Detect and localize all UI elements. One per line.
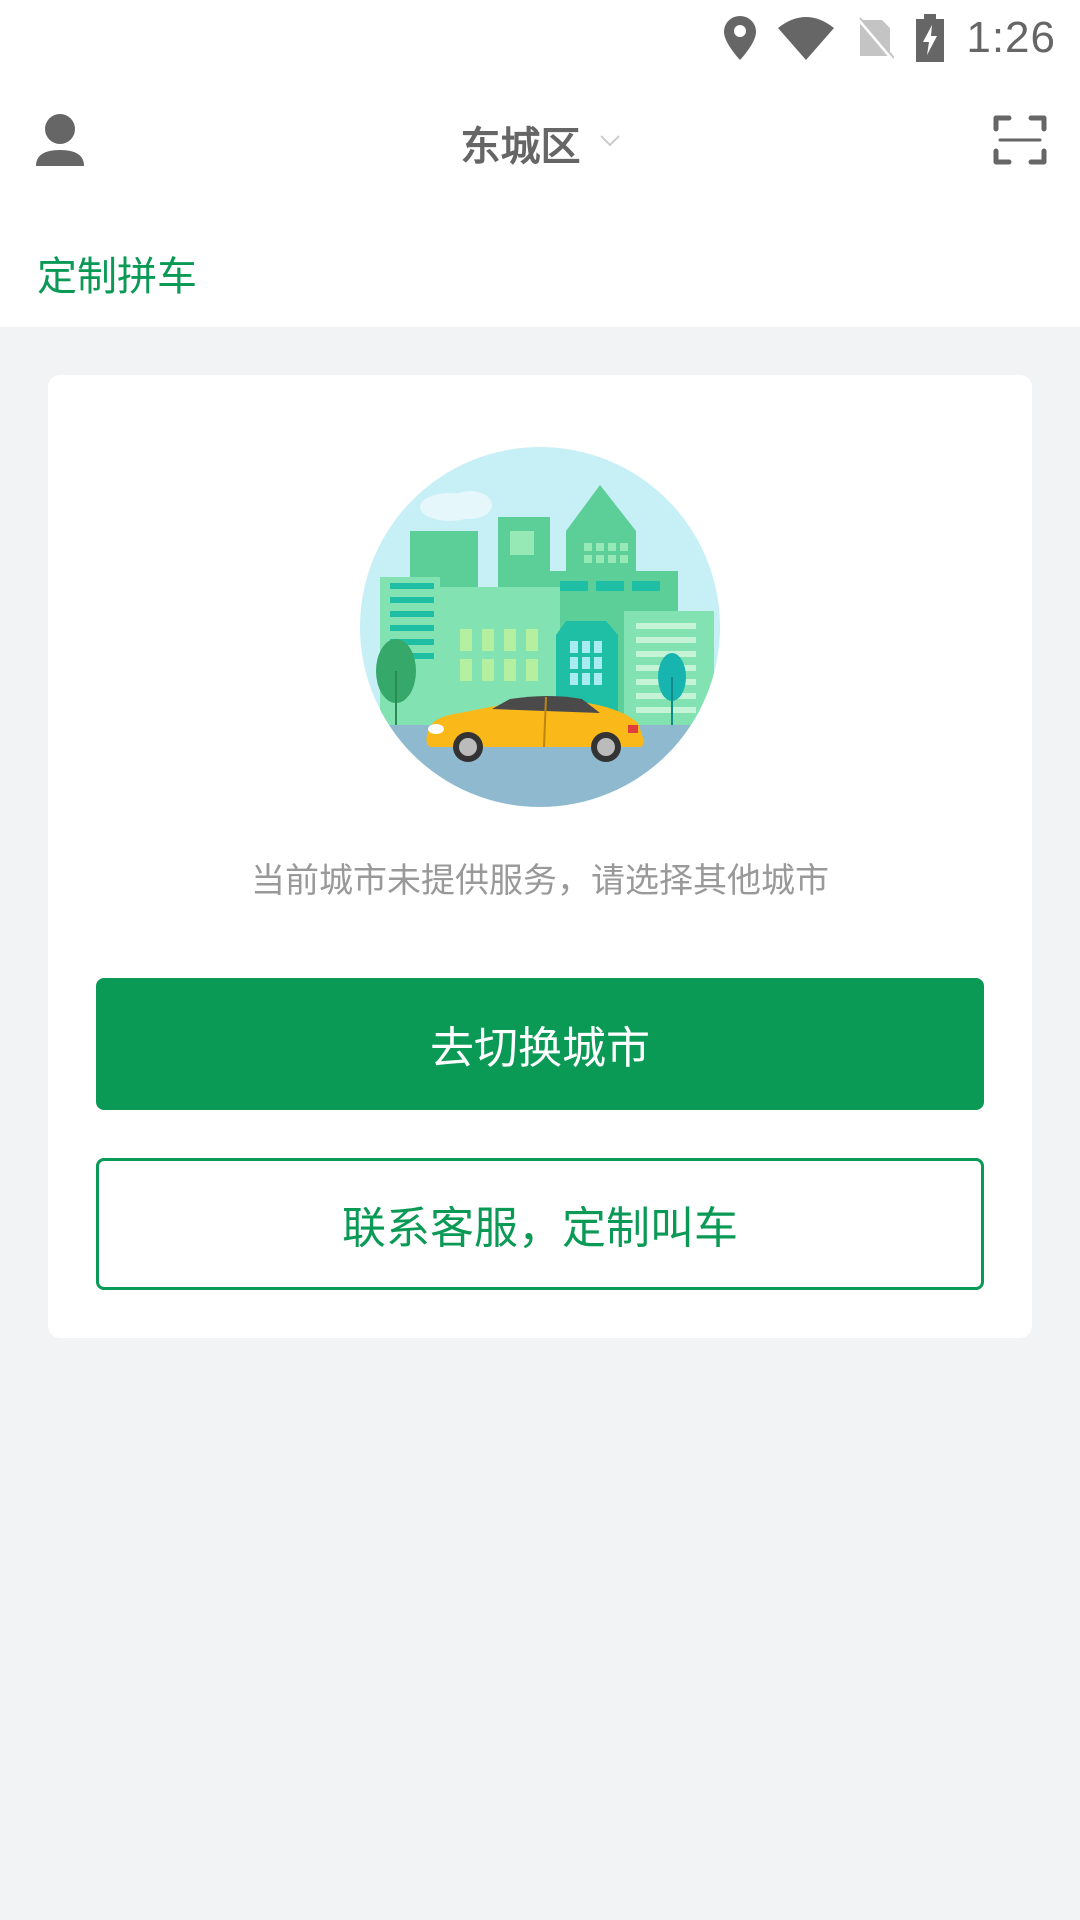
city-selector[interactable]: 东城区	[0, 114, 1080, 172]
city-taxi-illustration	[360, 447, 720, 807]
header: 东城区	[0, 96, 1080, 184]
switch-city-button[interactable]: 去切换城市	[96, 978, 984, 1110]
wifi-icon	[778, 16, 835, 60]
contact-support-button[interactable]: 联系客服，定制叫车	[96, 1158, 984, 1290]
scan-button[interactable]	[992, 112, 1048, 168]
city-name: 东城区	[460, 124, 581, 170]
service-unavailable-card: 当前城市未提供服务，请选择其他城市 去切换城市 联系客服，定制叫车	[48, 375, 1032, 1338]
scan-icon	[992, 115, 1048, 172]
service-unavailable-message: 当前城市未提供服务，请选择其他城市	[251, 861, 829, 901]
no-sim-icon	[856, 16, 895, 60]
location-icon	[724, 16, 757, 60]
chevron-down-icon	[599, 132, 620, 151]
status-time: 1:26	[966, 13, 1056, 62]
status-bar: 1:26	[0, 0, 1080, 80]
battery-charging-icon	[916, 14, 945, 62]
tab-custom-carpool[interactable]: 定制拼车	[37, 244, 197, 302]
